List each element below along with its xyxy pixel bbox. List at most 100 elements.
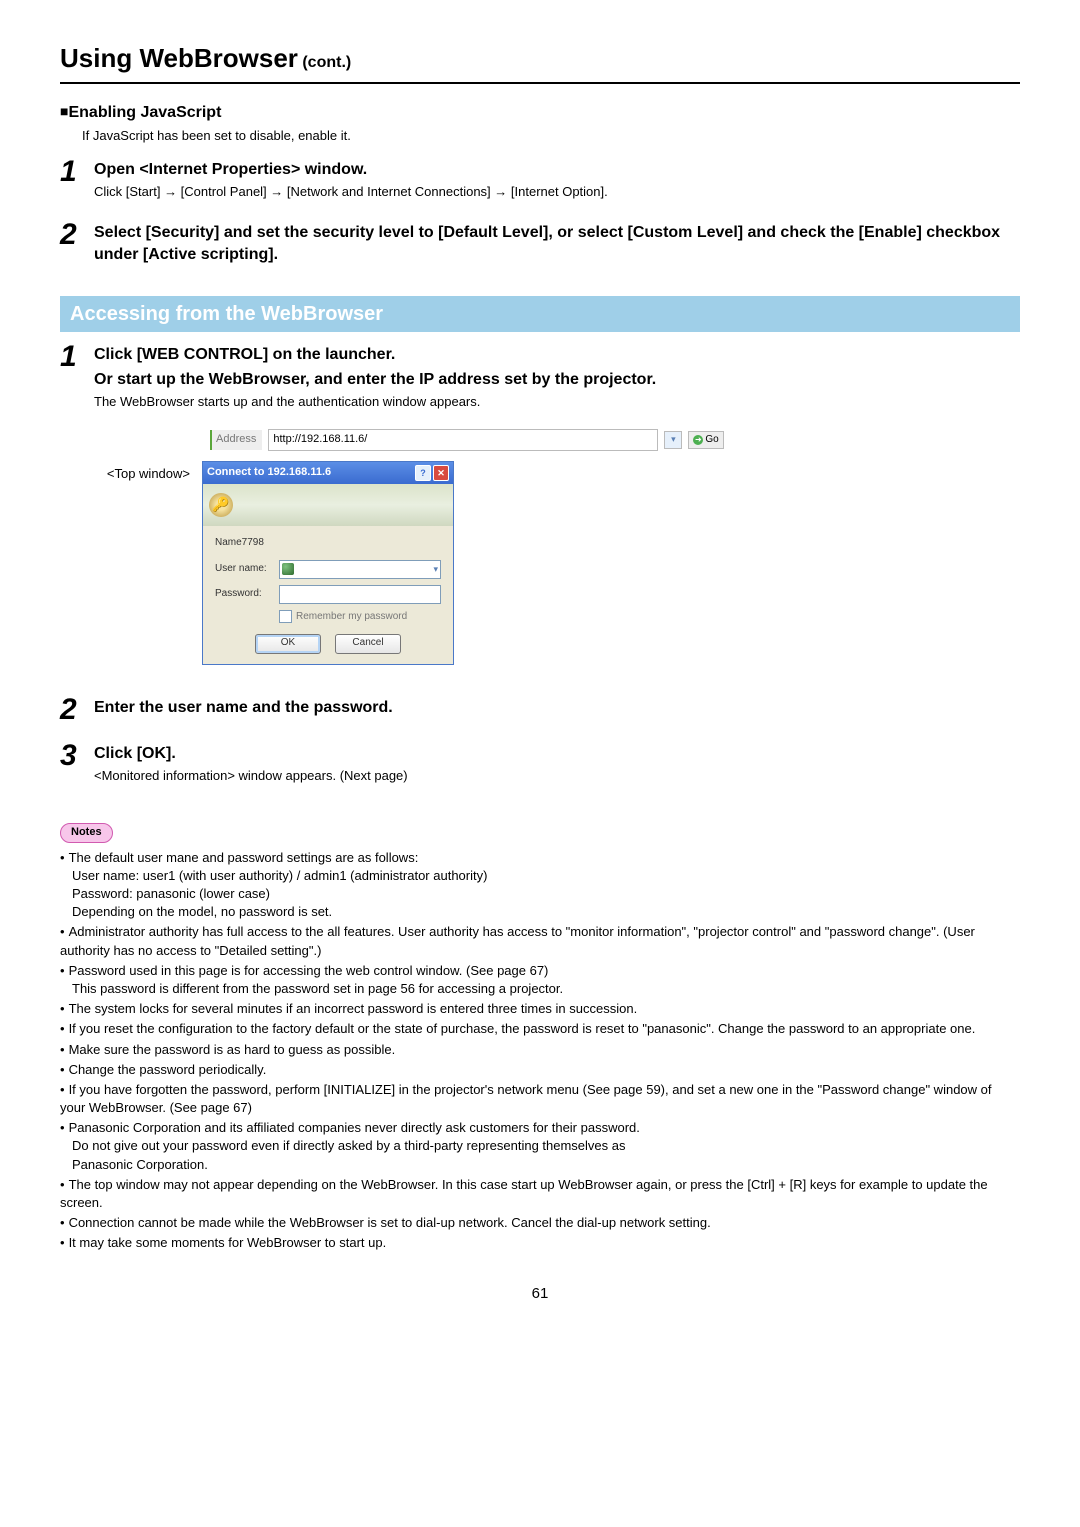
user-icon <box>282 563 294 575</box>
title-rule <box>60 82 1020 84</box>
go-button[interactable]: ➜ Go <box>688 431 723 449</box>
dialog-realm: Name7798 <box>215 536 441 550</box>
bullet-icon: • <box>60 1177 69 1192</box>
enabling-js-heading: ■Enabling JavaScript <box>60 102 1020 124</box>
page-title-cont: (cont.) <box>298 54 351 71</box>
note-subline: Do not give out your password even if di… <box>72 1137 1020 1155</box>
address-label: Address <box>210 430 262 449</box>
bullet-icon: • <box>60 1021 69 1036</box>
note-text: Make sure the password is as hard to gue… <box>69 1042 396 1057</box>
close-icon[interactable]: ✕ <box>433 465 449 481</box>
chevron-down-icon[interactable]: ▾ <box>433 563 438 576</box>
page-title: Using WebBrowser (cont.) <box>60 40 1020 76</box>
username-label: User name: <box>215 562 273 576</box>
step-js-1: 1 Open <Internet Properties> window. Cli… <box>60 157 1020 204</box>
note-item: •Panasonic Corporation and its affiliate… <box>60 1119 1020 1174</box>
step-number: 2 <box>60 695 94 725</box>
step-desc: <Monitored information> window appears. … <box>94 767 1020 785</box>
bullet-icon: • <box>60 1082 69 1097</box>
notes-label: Notes <box>60 823 113 842</box>
ok-button[interactable]: OK <box>255 634 321 654</box>
note-item: •The default user mane and password sett… <box>60 849 1020 922</box>
top-window-caption: <Top window> <box>60 461 190 483</box>
address-input[interactable]: http://192.168.11.6/ <box>268 429 658 450</box>
note-item: •It may take some moments for WebBrowser… <box>60 1234 1020 1252</box>
step-desc: Click [Start] → [Control Panel] → [Netwo… <box>94 183 1020 201</box>
step-title: Enter the user name and the password. <box>94 697 1020 719</box>
note-text: The top window may not appear depending … <box>60 1177 988 1210</box>
step-wb-1: 1 Click [WEB CONTROL] on the launcher. O… <box>60 342 1020 413</box>
address-bar: Address http://192.168.11.6/ ▾ ➜ Go <box>210 429 1020 450</box>
remember-label: Remember my password <box>296 610 407 624</box>
note-text: The system locks for several minutes if … <box>69 1001 638 1016</box>
note-subline: Depending on the model, no password is s… <box>72 903 1020 921</box>
dialog-title-text: Connect to 192.168.11.6 <box>207 465 331 480</box>
step-desc: The WebBrowser starts up and the authent… <box>94 393 1020 411</box>
note-subline: User name: user1 (with user authority) /… <box>72 867 1020 885</box>
bullet-icon: • <box>60 1120 69 1135</box>
bullet-icon: • <box>60 1235 69 1250</box>
note-item: •Change the password periodically. <box>60 1061 1020 1079</box>
step-title: Click [OK]. <box>94 743 1020 765</box>
bullet-icon: • <box>60 1042 69 1057</box>
cancel-button[interactable]: Cancel <box>335 634 401 654</box>
step-wb-2: 2 Enter the user name and the password. <box>60 695 1020 725</box>
enabling-js-heading-text: Enabling JavaScript <box>68 104 221 121</box>
page-title-main: Using WebBrowser <box>60 43 298 73</box>
note-sublines: Do not give out your password even if di… <box>60 1137 1020 1173</box>
dialog-titlebar: Connect to 192.168.11.6 ? ✕ <box>203 462 453 484</box>
top-window-row: <Top window> Connect to 192.168.11.6 ? ✕… <box>60 461 1020 665</box>
note-item: •The top window may not appear depending… <box>60 1176 1020 1212</box>
note-item: •Connection cannot be made while the Web… <box>60 1214 1020 1232</box>
go-label: Go <box>705 433 718 447</box>
note-text: Change the password periodically. <box>69 1062 267 1077</box>
step-title-line2: Or start up the WebBrowser, and enter th… <box>94 369 1020 391</box>
username-input[interactable]: ▾ <box>279 560 441 579</box>
step-number: 1 <box>60 157 94 187</box>
auth-dialog: Connect to 192.168.11.6 ? ✕ 🔑 Name7798 U… <box>202 461 454 665</box>
section-bar: Accessing from the WebBrowser <box>60 296 1020 332</box>
step-js-2: 2 Select [Security] and set the security… <box>60 220 1020 269</box>
password-input[interactable] <box>279 585 441 604</box>
step-number: 1 <box>60 342 94 372</box>
note-text: If you reset the configuration to the fa… <box>69 1021 976 1036</box>
go-arrow-icon: ➜ <box>693 435 703 445</box>
note-item: •Make sure the password is as hard to gu… <box>60 1041 1020 1059</box>
note-text: Password used in this page is for access… <box>69 963 549 978</box>
keys-icon: 🔑 <box>209 493 233 517</box>
note-subline: This password is different from the pass… <box>72 980 1020 998</box>
enabling-js-desc: If JavaScript has been set to disable, e… <box>82 127 1020 145</box>
note-text: If you have forgotten the password, perf… <box>60 1082 992 1115</box>
step-number: 2 <box>60 220 94 250</box>
note-sublines: This password is different from the pass… <box>60 980 1020 998</box>
note-text: The default user mane and password setti… <box>69 850 419 865</box>
bullet-icon: • <box>60 924 69 939</box>
note-text: It may take some moments for WebBrowser … <box>69 1235 387 1250</box>
note-subline: Panasonic Corporation. <box>72 1156 1020 1174</box>
note-item: •Administrator authority has full access… <box>60 923 1020 959</box>
note-item: •If you reset the configuration to the f… <box>60 1020 1020 1038</box>
remember-checkbox[interactable] <box>279 610 292 623</box>
bullet-icon: • <box>60 1215 69 1230</box>
note-text: Panasonic Corporation and its affiliated… <box>69 1120 640 1135</box>
step-title-line1: Click [WEB CONTROL] on the launcher. <box>94 344 1020 366</box>
page-number: 61 <box>60 1283 1020 1304</box>
bullet-icon: • <box>60 963 69 978</box>
step-title: Open <Internet Properties> window. <box>94 159 1020 181</box>
address-dropdown-icon[interactable]: ▾ <box>664 431 682 449</box>
bullet-icon: • <box>60 1062 69 1077</box>
bullet-icon: • <box>60 850 69 865</box>
note-item: •If you have forgotten the password, per… <box>60 1081 1020 1117</box>
step-title: Select [Security] and set the security l… <box>94 222 1020 267</box>
note-item: •Password used in this page is for acces… <box>60 962 1020 998</box>
dialog-banner: 🔑 <box>203 484 453 526</box>
help-icon[interactable]: ? <box>415 465 431 481</box>
note-text: Administrator authority has full access … <box>60 924 975 957</box>
note-subline: Password: panasonic (lower case) <box>72 885 1020 903</box>
notes-list: •The default user mane and password sett… <box>60 849 1020 1253</box>
step-number: 3 <box>60 741 94 771</box>
note-sublines: User name: user1 (with user authority) /… <box>60 867 1020 922</box>
bullet-icon: • <box>60 1001 69 1016</box>
password-label: Password: <box>215 587 273 601</box>
step-wb-3: 3 Click [OK]. <Monitored information> wi… <box>60 741 1020 788</box>
